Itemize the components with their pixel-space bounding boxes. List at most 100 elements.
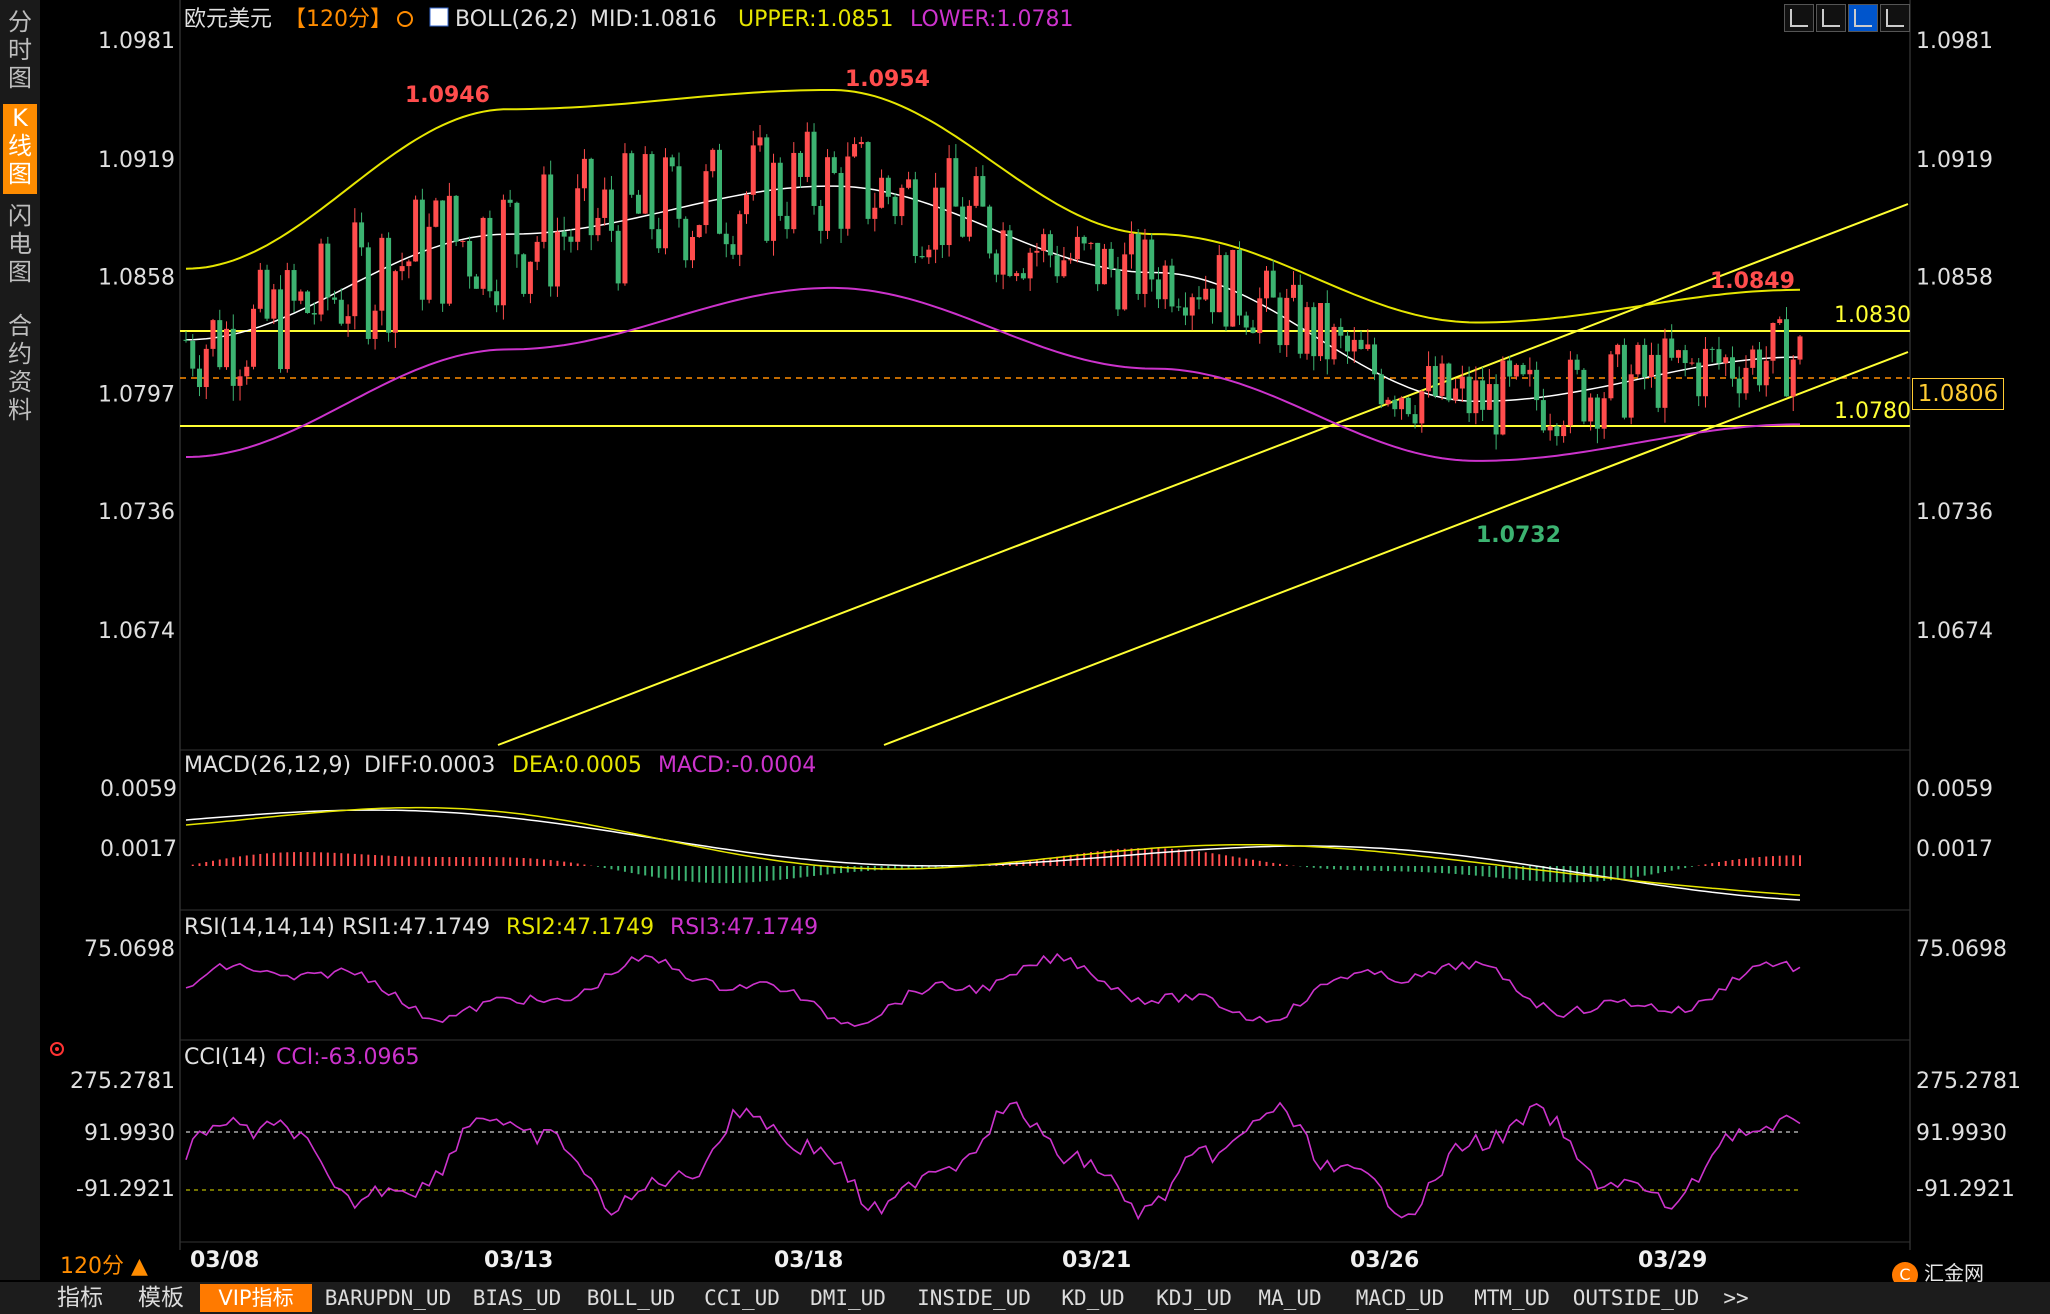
candle-body: [426, 226, 432, 300]
tab-dmi[interactable]: DMI_UD: [798, 1284, 898, 1312]
candle-body: [203, 348, 209, 388]
candle-body: [1716, 349, 1722, 364]
candle-body: [825, 157, 831, 231]
candle-body: [966, 205, 972, 237]
candle-body: [858, 142, 864, 145]
candle-body: [561, 231, 567, 237]
candle-body: [1790, 359, 1796, 397]
candle-body: [1736, 378, 1742, 394]
tab-outside[interactable]: OUTSIDE_UD: [1566, 1284, 1706, 1312]
low-annotation-1: 1.0732: [1476, 523, 1561, 548]
high-annotation-3: 1.0849: [1710, 269, 1795, 294]
macd-diff: DIFF:0.0003: [364, 753, 495, 778]
candle-body: [568, 236, 574, 242]
alert-icon-dot: [55, 1047, 59, 1051]
candle-body: [1581, 369, 1587, 422]
candle-body: [811, 131, 817, 206]
candle-body: [1216, 255, 1222, 313]
tab-macd[interactable]: MACD_UD: [1340, 1284, 1460, 1312]
candle-body: [311, 313, 317, 315]
candle-body: [615, 230, 621, 284]
kline-chart[interactable]: 欧元美元 【120分】 BOLL(26,2) MID:1.0816 UPPER:…: [0, 0, 2050, 1282]
candle-body: [1385, 399, 1391, 405]
period-selector[interactable]: 120分 ▲: [60, 1248, 148, 1280]
tab-cci[interactable]: CCI_UD: [692, 1284, 792, 1312]
tab-boll[interactable]: BOLL_UD: [576, 1284, 686, 1312]
candle-body: [305, 291, 311, 314]
cci-tick-1-left: 275.2781: [70, 1069, 175, 1094]
candle-body: [419, 199, 425, 300]
date-label: 03/18: [774, 1248, 843, 1273]
candle-body: [1446, 363, 1452, 401]
price-tick-left: 1.0797: [98, 383, 175, 408]
candle-body: [1405, 397, 1411, 415]
candle-body: [602, 189, 608, 218]
macd-histogram: [191, 848, 1801, 884]
candle-body: [1196, 297, 1202, 300]
candle-body: [635, 194, 641, 214]
candle-body: [1750, 349, 1756, 368]
tab-inside[interactable]: INSIDE_UD: [904, 1284, 1044, 1312]
tab-kd[interactable]: KD_UD: [1048, 1284, 1138, 1312]
draw-tool-button[interactable]: [1816, 4, 1846, 32]
candle-body: [1169, 265, 1175, 307]
support-label: 1.0780: [1834, 399, 1911, 424]
rsi1-value: RSI1:47.1749: [342, 915, 490, 940]
candle-body: [1081, 236, 1087, 244]
candle-body: [960, 206, 966, 237]
rsi-line: [185, 952, 1801, 1028]
channel-upper-line[interactable]: [497, 203, 1909, 746]
tab-ma[interactable]: MA_UD: [1250, 1284, 1330, 1312]
channel-lower-line[interactable]: [883, 351, 1909, 746]
tab-bias[interactable]: BIAS_UD: [462, 1284, 572, 1312]
candle-body: [433, 200, 439, 227]
candle-body: [892, 196, 898, 217]
candle-body: [1777, 319, 1783, 323]
candle-body: [1642, 344, 1648, 378]
candle-body: [804, 131, 810, 177]
candle-body: [1176, 306, 1182, 308]
candle-body: [703, 171, 709, 226]
add-icon[interactable]: [397, 11, 413, 27]
candle-body: [669, 157, 675, 167]
candle-body: [993, 253, 999, 275]
layout-button[interactable]: [1880, 4, 1910, 32]
candle-body: [1662, 338, 1668, 408]
layout-icon: [1886, 9, 1904, 27]
candle-body: [1561, 425, 1567, 437]
tab-vip-indicators[interactable]: VIP指标: [200, 1284, 312, 1312]
candle-body: [1034, 250, 1040, 253]
indicator-icon[interactable]: [429, 7, 449, 27]
candle-body: [1324, 303, 1330, 360]
candle-body: [244, 366, 250, 377]
candle-body: [1088, 242, 1094, 244]
rsi2-value: RSI2:47.1749: [506, 915, 654, 940]
price-tick-right: 1.0858: [1916, 265, 1993, 290]
candle-body: [1540, 400, 1546, 431]
candle-body: [946, 158, 952, 246]
candle-body: [1615, 344, 1621, 355]
candle-body: [1486, 384, 1492, 410]
candle-body: [1128, 233, 1134, 255]
cci-tick-3-left: -91.2921: [76, 1177, 175, 1202]
tab-barupdn[interactable]: BARUPDN_UD: [318, 1284, 458, 1312]
candle-body: [332, 297, 338, 300]
chart-type-button[interactable]: [1848, 4, 1878, 32]
price-tick-right: 1.0674: [1916, 619, 1993, 644]
tab-kdj[interactable]: KDJ_UD: [1144, 1284, 1244, 1312]
candle-body: [764, 137, 770, 241]
tab-more[interactable]: >>: [1716, 1284, 1756, 1312]
crosshair-tool-button[interactable]: [1784, 4, 1814, 32]
price-tick-right: 1.0736: [1916, 500, 1993, 525]
macd-dea-line: [185, 806, 1801, 896]
tab-mtm[interactable]: MTM_UD: [1462, 1284, 1562, 1312]
candle-body: [1277, 297, 1283, 346]
candle-body: [1588, 397, 1594, 422]
candle-body: [1061, 260, 1067, 277]
tab-indicators[interactable]: 指标: [40, 1284, 120, 1312]
tab-templates[interactable]: 模板: [122, 1284, 200, 1312]
price-tick-right: 1.0981: [1916, 29, 1993, 54]
candle-body: [1243, 315, 1249, 328]
candle-body: [987, 206, 993, 254]
candle-body: [906, 179, 912, 188]
